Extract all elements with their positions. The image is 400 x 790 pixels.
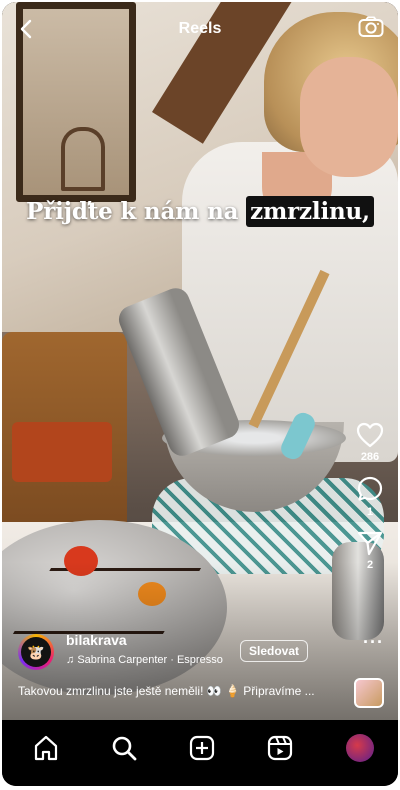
top-bar: Reels bbox=[2, 16, 398, 44]
comment-icon bbox=[357, 476, 383, 501]
camera-icon[interactable] bbox=[358, 16, 384, 38]
search-icon[interactable] bbox=[110, 734, 138, 762]
caption-part-a: Přijďte k nám na bbox=[26, 198, 239, 225]
follow-button[interactable]: Sledovat bbox=[240, 640, 309, 662]
reels-icon[interactable] bbox=[266, 734, 294, 762]
create-icon[interactable] bbox=[188, 734, 216, 762]
like-count: 286 bbox=[360, 451, 380, 463]
share-count: 2 bbox=[366, 559, 374, 571]
comment-button[interactable]: 1 bbox=[350, 475, 390, 518]
comment-count: 1 bbox=[366, 506, 374, 518]
caption-part-b: zmrzlinu, bbox=[246, 196, 374, 227]
post-description[interactable]: Takovou zmrzlinu jste ještě neměli! 👀 🍦 … bbox=[18, 684, 348, 698]
avatar[interactable]: 🐮 bbox=[18, 634, 54, 670]
music-note-icon: ♫ bbox=[66, 654, 75, 666]
reel-overlay: Reels Přijďte k nám na zmrzlinu, 286 1 2 bbox=[2, 2, 398, 720]
profile-avatar[interactable] bbox=[346, 734, 374, 762]
action-bar: 286 1 2 bbox=[350, 422, 390, 583]
username[interactable]: bilakrava bbox=[66, 632, 127, 648]
audio-thumbnail[interactable] bbox=[354, 678, 384, 708]
author-row: 🐮 bilakrava ♫ Sabrina Carpenter · Espres… bbox=[18, 632, 378, 670]
heart-icon bbox=[356, 422, 384, 448]
phone-frame: Reels Přijďte k nám na zmrzlinu, 286 1 2 bbox=[2, 2, 398, 786]
video-caption: Přijďte k nám na zmrzlinu, bbox=[2, 196, 398, 227]
page-title: Reels bbox=[178, 20, 222, 37]
share-icon bbox=[357, 531, 383, 556]
share-button[interactable]: 2 bbox=[350, 530, 390, 571]
like-button[interactable]: 286 bbox=[350, 422, 390, 463]
audio-label: Sabrina Carpenter · Espresso bbox=[77, 654, 223, 666]
bottom-nav bbox=[2, 720, 398, 786]
cow-logo-icon: 🐮 bbox=[21, 637, 51, 667]
audio-link[interactable]: ♫ Sabrina Carpenter · Espresso bbox=[66, 654, 223, 666]
home-icon[interactable] bbox=[32, 734, 60, 762]
